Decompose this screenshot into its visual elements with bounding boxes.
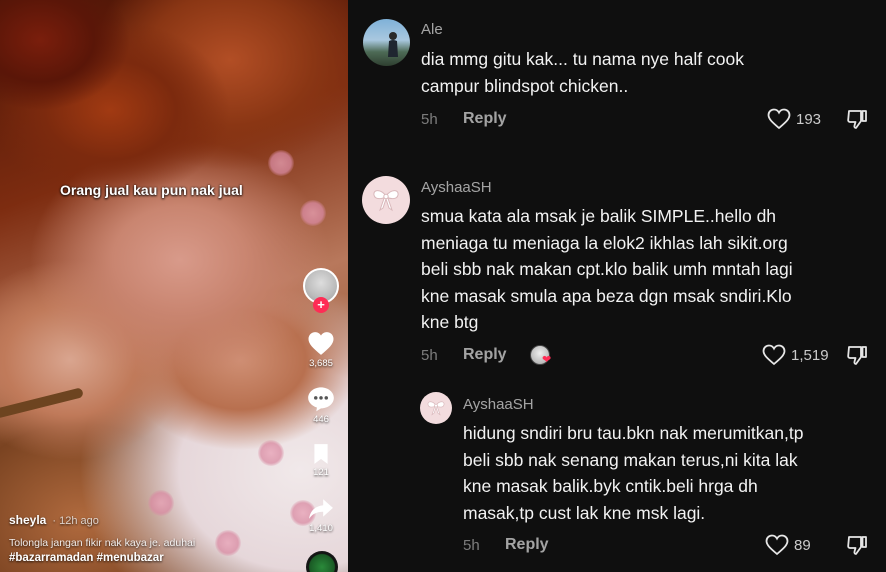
- comment-author[interactable]: AyshaaSH: [463, 396, 534, 413]
- comment-action[interactable]: 446: [302, 386, 340, 425]
- comment-timestamp: 5h: [421, 347, 438, 364]
- comment-text: dia mmg gitu kak... tu nama nye half coo…: [421, 49, 744, 96]
- share-action[interactable]: 1,410: [302, 497, 340, 534]
- avatar[interactable]: [420, 392, 452, 424]
- liked-by-creator-badge: ❤: [530, 345, 552, 367]
- comment-like-count: 89: [794, 536, 811, 554]
- comment-text: smua kata ala msak je balik SIMPLE..hell…: [421, 206, 793, 332]
- dislike-icon[interactable]: [846, 534, 868, 556]
- comment-like-button[interactable]: 1,519: [762, 344, 829, 366]
- video-caption-overlay: Orang jual kau pun nak jual: [60, 182, 243, 198]
- bow-icon: [427, 401, 445, 416]
- comment-like-button[interactable]: 89: [765, 534, 811, 556]
- person-photo-icon: [388, 32, 398, 57]
- music-disc-icon[interactable]: [306, 551, 338, 572]
- heart-outline-icon: [767, 108, 791, 130]
- plate-flower-decoration: [258, 440, 284, 466]
- plate-flower-decoration: [268, 150, 294, 176]
- like-count: 3,685: [309, 358, 333, 369]
- comments-panel: Ale dia mmg gitu kak... tu nama nye half…: [348, 0, 886, 572]
- plate-flower-decoration: [300, 200, 326, 226]
- comment-text: hidung sndiri bru tau.bkn nak merumitkan…: [463, 423, 804, 523]
- share-icon: [309, 499, 333, 519]
- heart-icon: ❤: [542, 354, 552, 366]
- skewer-stick: [0, 387, 84, 419]
- video-hashtags[interactable]: #bazarramadan #menubazar: [9, 552, 164, 564]
- dislike-icon[interactable]: [846, 344, 868, 366]
- comment-like-count: 193: [796, 110, 822, 128]
- reply-button[interactable]: Reply: [463, 110, 507, 128]
- video-frame[interactable]: Orang jual kau pun nak jual + 3,685 446 …: [0, 0, 348, 572]
- comment-bubble-icon: [308, 387, 334, 412]
- comment-timestamp: 5h: [421, 111, 438, 128]
- plate-flower-decoration: [148, 490, 174, 516]
- save-count: 121: [313, 467, 329, 478]
- reply-button[interactable]: Reply: [505, 536, 549, 554]
- plate-flower-decoration: [215, 530, 241, 556]
- heart-icon: [308, 332, 334, 355]
- reply-button[interactable]: Reply: [463, 346, 507, 364]
- heart-outline-icon: [765, 534, 789, 556]
- video-description: Tolongla jangan fikir nak kaya je. aduha…: [9, 537, 196, 549]
- comment-author[interactable]: Ale: [421, 21, 443, 38]
- bow-icon: [373, 190, 399, 212]
- avatar[interactable]: [362, 176, 410, 224]
- comment-like-count: 1,519: [791, 346, 829, 364]
- comment-timestamp: 5h: [463, 537, 480, 554]
- comment-like-button[interactable]: 193: [767, 108, 821, 130]
- comment-count: 446: [313, 414, 329, 425]
- avatar[interactable]: [363, 19, 410, 66]
- heart-outline-icon: [762, 344, 786, 366]
- follow-plus-icon[interactable]: +: [313, 297, 329, 313]
- like-action[interactable]: 3,685: [302, 331, 340, 369]
- dislike-icon[interactable]: [846, 108, 868, 130]
- video-author[interactable]: sheyla · 12h ago: [9, 513, 99, 527]
- comment-author[interactable]: AyshaaSH: [421, 179, 492, 196]
- video-posted-ago: · 12h ago: [52, 515, 99, 527]
- share-count: 1,410: [309, 523, 333, 534]
- bookmark-icon: [314, 444, 328, 464]
- video-username[interactable]: sheyla: [9, 513, 46, 527]
- save-action[interactable]: 121: [302, 443, 340, 478]
